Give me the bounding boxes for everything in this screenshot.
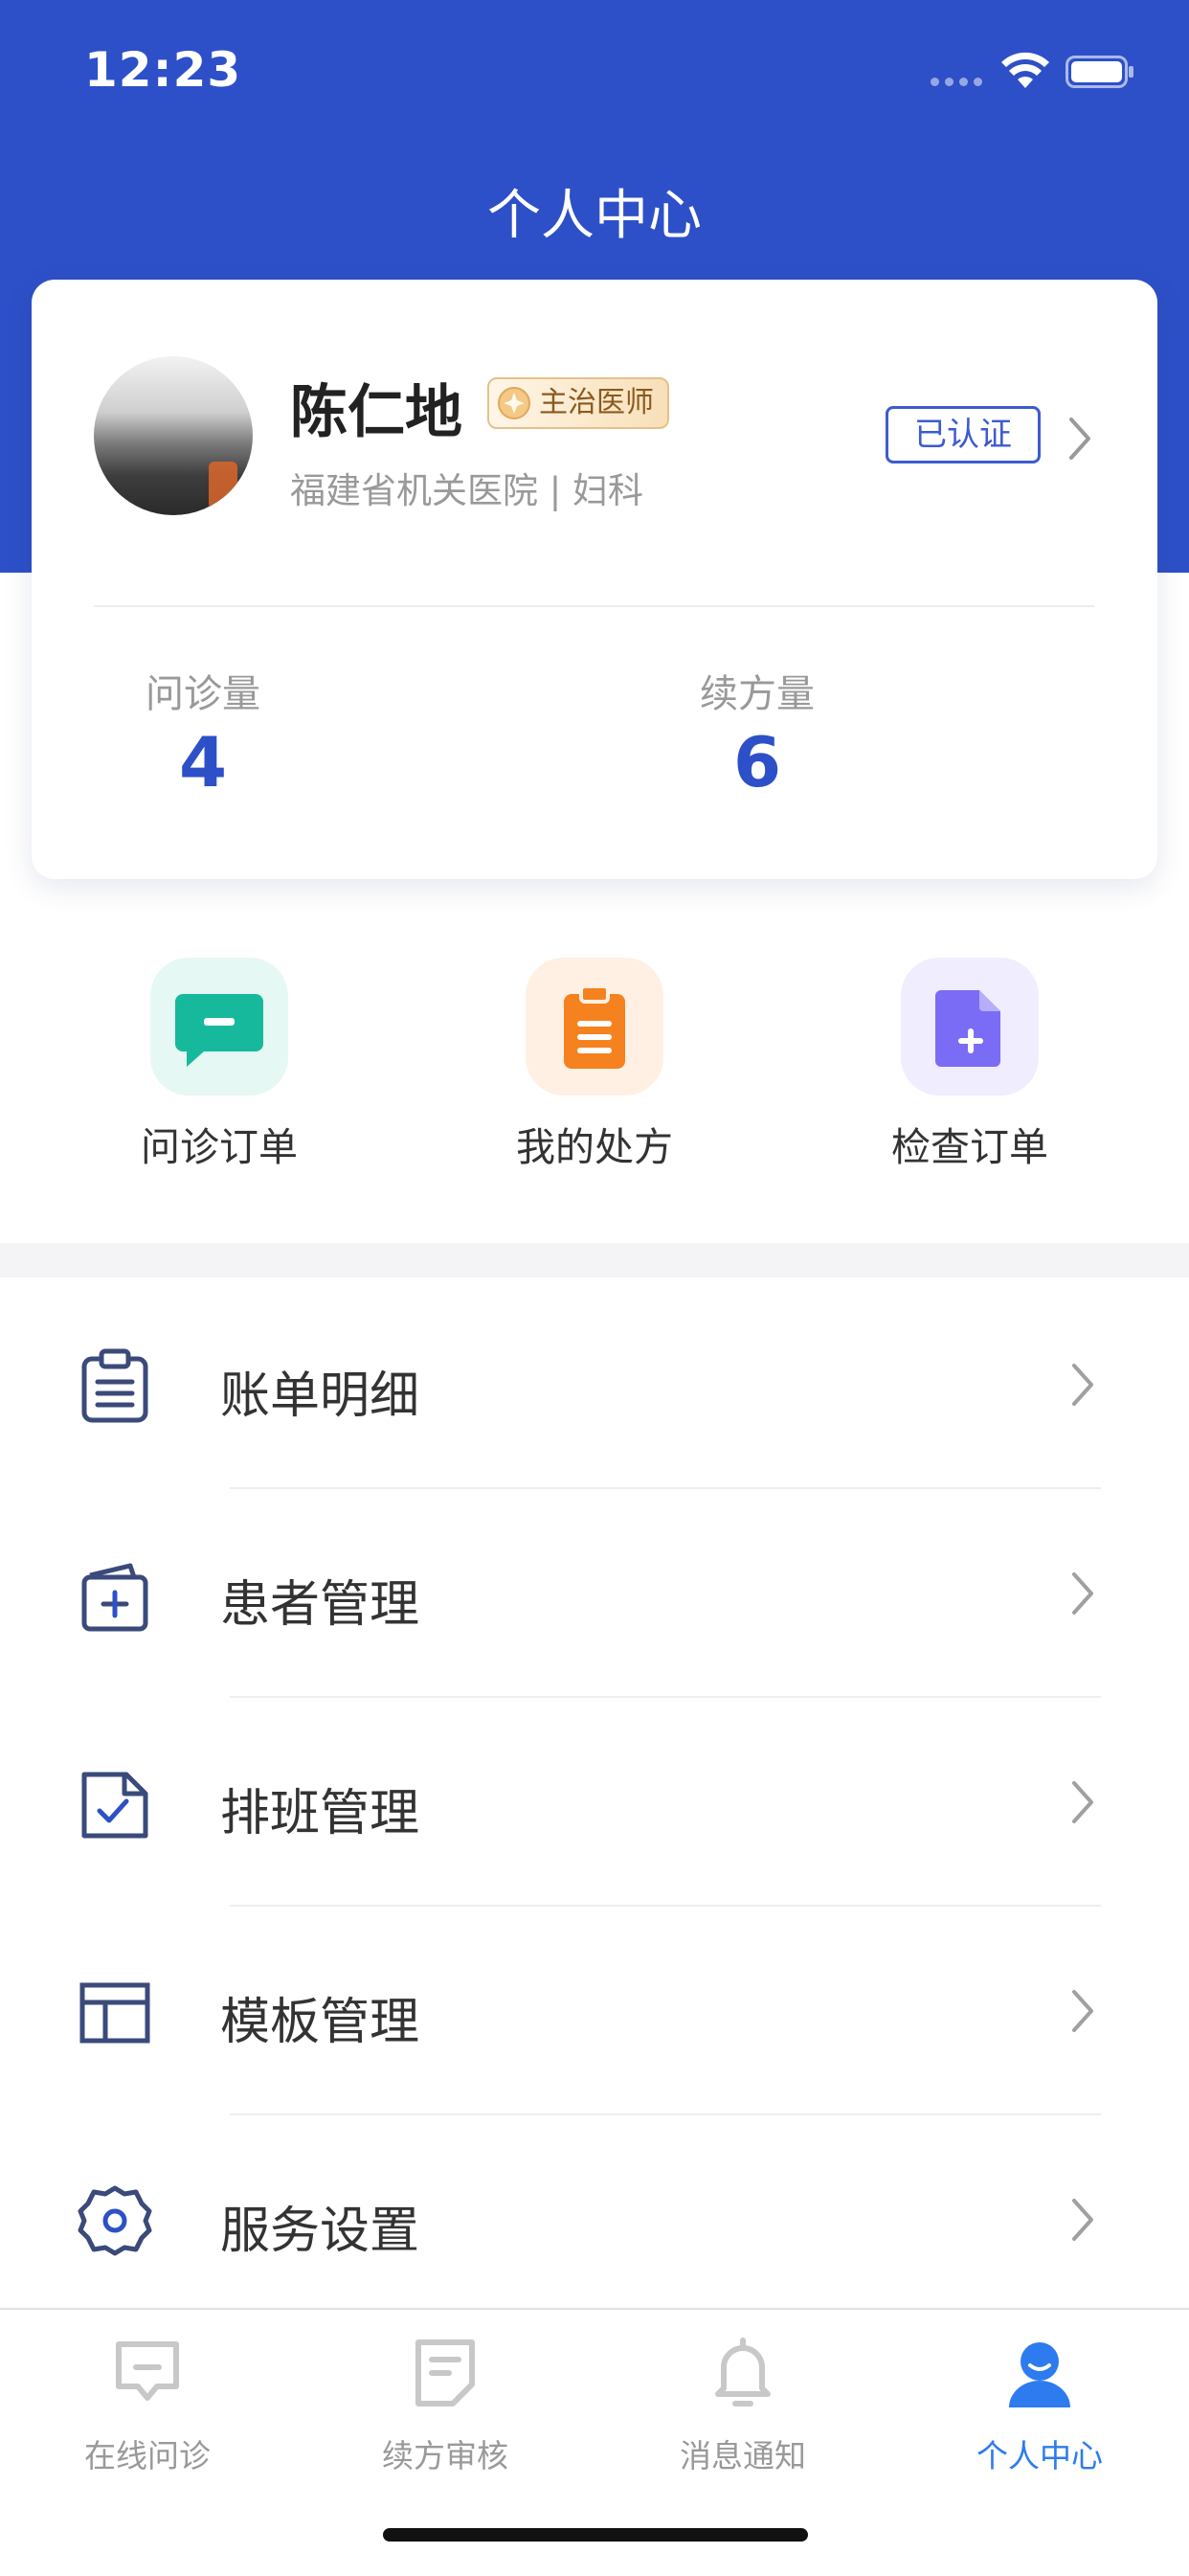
user-icon: [1009, 2342, 1070, 2407]
menu-label: 服务设置: [220, 2203, 420, 2260]
stat-value: 4: [178, 722, 228, 802]
wifi-icon: [1001, 52, 1049, 88]
menu-item-templates[interactable]: 模板管理: [0, 1907, 1189, 2115]
chevron-right-icon: [1072, 2199, 1093, 2241]
battery-icon: [1066, 56, 1133, 88]
page-title: 个人中心: [487, 185, 702, 247]
stat-label: 问诊量: [146, 672, 260, 716]
badge-star-icon: [498, 387, 530, 419]
shortcut-exam-orders[interactable]: 检查订单: [855, 958, 1085, 1172]
status-time: 12:23: [84, 42, 242, 98]
tab-label: 在线问诊: [84, 2437, 211, 2474]
consult-icon: [116, 2341, 179, 2401]
menu-label: 患者管理: [220, 1576, 420, 1634]
menu-label: 模板管理: [220, 1994, 420, 2051]
doctor-name: 陈仁地: [290, 379, 462, 446]
title-badge-label: 主治医师: [539, 386, 654, 419]
template-layout-icon: [79, 1982, 150, 2044]
section-separator: [0, 1243, 1189, 1277]
tab-label: 个人中心: [976, 2437, 1103, 2474]
gear-icon: [78, 2185, 152, 2256]
clipboard-icon: [526, 958, 663, 1096]
chevron-right-icon: [1072, 1364, 1093, 1406]
tab-label: 续方审核: [382, 2437, 508, 2474]
menu-item-service-settings[interactable]: 服务设置: [0, 2115, 1189, 2324]
schedule-check-icon: [81, 1772, 148, 1839]
shortcut-consult-orders[interactable]: 问诊订单: [104, 958, 334, 1172]
hospital-department: 福建省机关医院 | 妇科: [290, 470, 643, 511]
chevron-right-icon: [1072, 1572, 1093, 1615]
bell-icon: [715, 2338, 771, 2407]
patient-folder-icon: [81, 1563, 148, 1632]
status-bar: 12:23: [0, 0, 1189, 144]
menu-item-schedule[interactable]: 排班管理: [0, 1698, 1189, 1907]
tab-label: 消息通知: [680, 2437, 806, 2474]
shortcut-my-prescriptions[interactable]: 我的处方: [480, 958, 709, 1172]
card-divider: [94, 605, 1094, 607]
review-icon: [415, 2339, 475, 2407]
signal-icon: [931, 78, 984, 87]
title-badge: 主治医师: [487, 377, 669, 429]
menu-item-patients[interactable]: 患者管理: [0, 1489, 1189, 1698]
profile-card[interactable]: 陈仁地 主治医师 福建省机关医院 | 妇科 已认证 问诊量 4 续方量 6: [32, 280, 1157, 879]
avatar[interactable]: [94, 356, 253, 515]
stat-label: 续方量: [700, 672, 815, 716]
tab-online-consult[interactable]: 在线问诊: [33, 2335, 262, 2476]
chevron-right-icon[interactable]: [1066, 416, 1094, 462]
menu-label: 排班管理: [220, 1785, 420, 1842]
tab-notifications[interactable]: 消息通知: [628, 2335, 858, 2476]
bill-clipboard-icon: [81, 1348, 148, 1423]
stat-renewals: 续方量 6: [614, 663, 901, 802]
menu-item-bills[interactable]: 账单明细: [0, 1280, 1189, 1489]
shortcut-label: 问诊订单: [141, 1124, 298, 1170]
document-add-icon: [901, 958, 1039, 1096]
stat-consultations: 问诊量 4: [59, 663, 347, 802]
chevron-right-icon: [1072, 1990, 1093, 2032]
stat-value: 6: [732, 722, 782, 802]
shortcut-label: 检查订单: [891, 1124, 1048, 1170]
shortcut-label: 我的处方: [516, 1124, 673, 1170]
menu-label: 账单明细: [220, 1367, 420, 1425]
chat-bubble-icon: [150, 958, 288, 1096]
chevron-right-icon: [1072, 1781, 1093, 1823]
tab-profile-center[interactable]: 个人中心: [925, 2335, 1155, 2476]
home-indicator: [383, 2528, 808, 2542]
tab-renewal-review[interactable]: 续方审核: [330, 2335, 560, 2476]
verified-badge[interactable]: 已认证: [886, 406, 1041, 463]
